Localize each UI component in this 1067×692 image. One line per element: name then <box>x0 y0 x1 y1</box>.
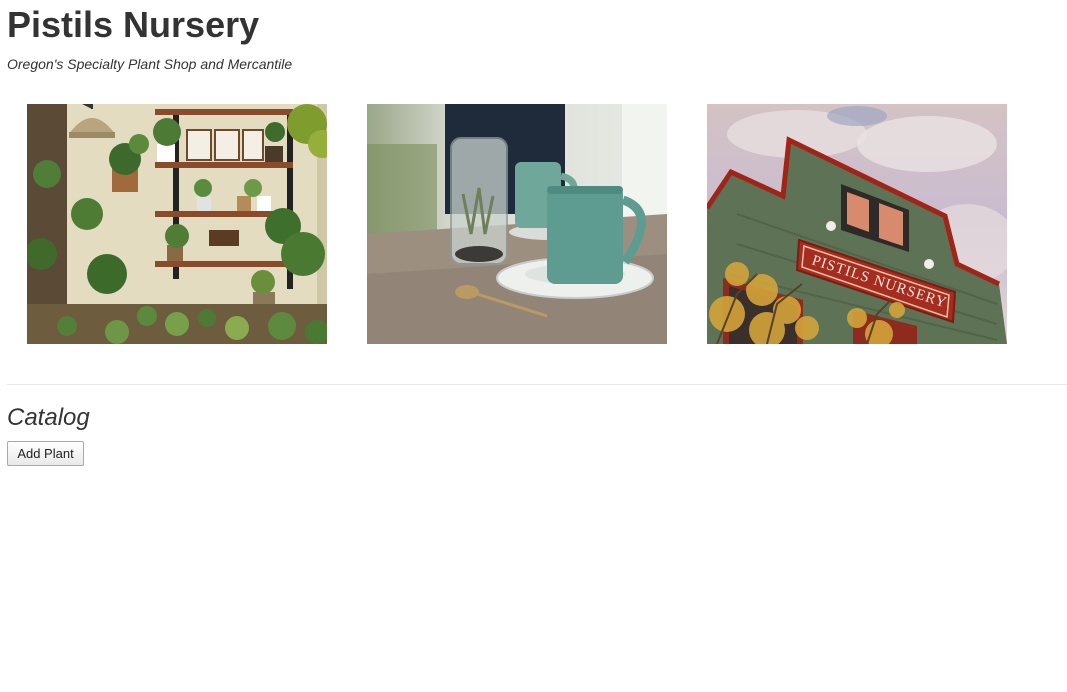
section-divider <box>7 384 1067 385</box>
gallery-photo-plant-shelves <box>27 104 327 344</box>
site-tagline: Oregon's Specialty Plant Shop and Mercan… <box>7 56 293 72</box>
add-plant-button[interactable]: Add Plant <box>7 441 84 466</box>
catalog-heading: Catalog <box>7 404 90 431</box>
page: Pistils Nursery Oregon's Specialty Plant… <box>0 0 1067 692</box>
gallery-photo-terrarium-mugs <box>367 104 667 344</box>
gallery-photo-storefront: PISTILS NURSERY <box>707 104 1007 344</box>
site-title: Pistils Nursery <box>7 4 260 45</box>
